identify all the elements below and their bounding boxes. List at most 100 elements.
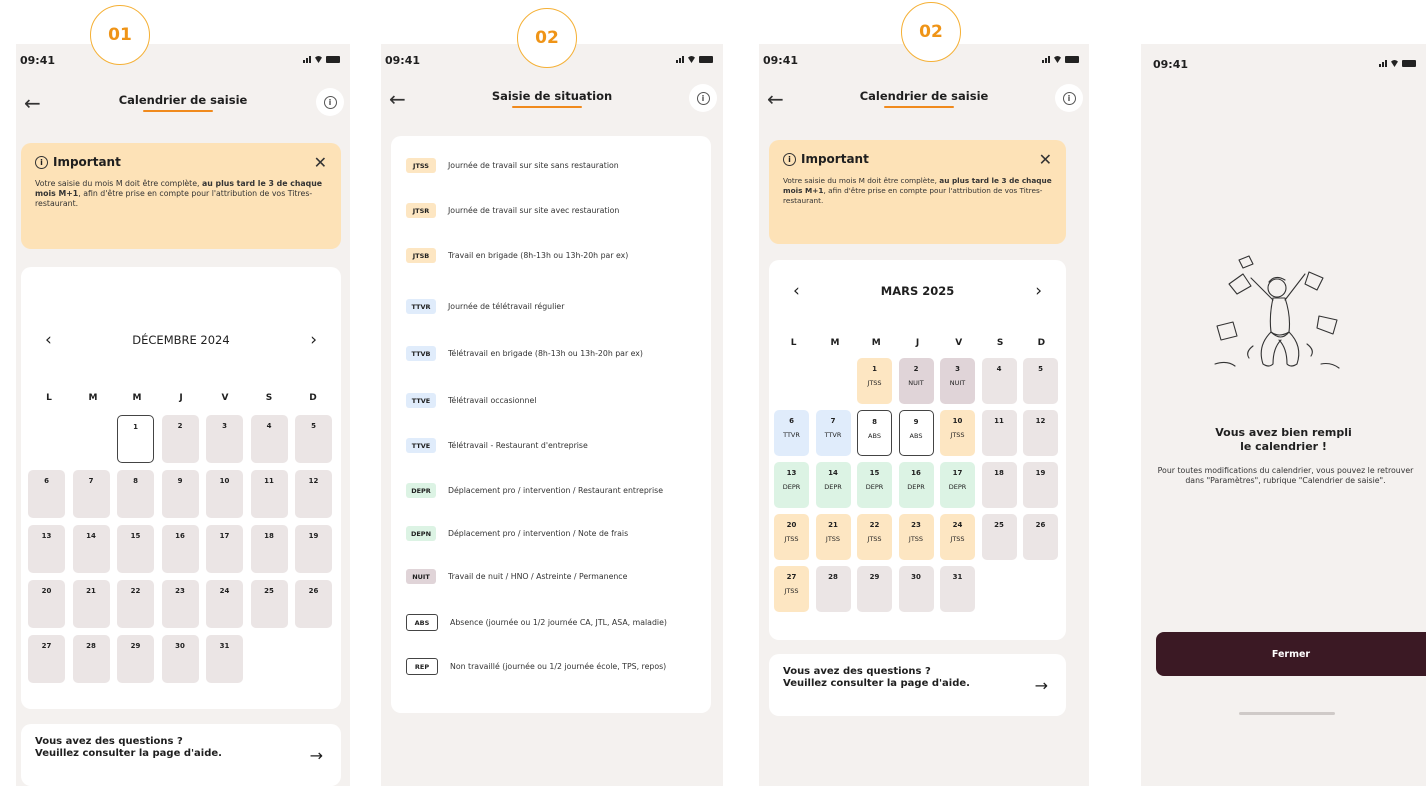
- calendar-day[interactable]: 9: [161, 470, 199, 518]
- calendar-day[interactable]: 15: [117, 525, 154, 573]
- info-icon: i: [1062, 91, 1076, 105]
- calendar-day[interactable]: 1: [117, 415, 154, 463]
- situation-item[interactable]: REP Non travaillé (journée ou 1/2 journée…: [406, 658, 696, 675]
- calendar-day[interactable]: 13: [28, 525, 65, 573]
- calendar-day[interactable]: 2: [161, 415, 199, 463]
- calendar-day[interactable]: 11: [981, 410, 1017, 456]
- day-number: 15: [869, 469, 880, 477]
- close-button[interactable]: Fermer: [1156, 632, 1426, 676]
- calendar-day[interactable]: 26: [295, 580, 332, 628]
- close-icon[interactable]: ✕: [1039, 150, 1052, 169]
- calendar-day[interactable]: 7 TTVR: [815, 410, 851, 456]
- calendar-day[interactable]: 17 DEPR: [940, 462, 975, 508]
- day-code: DEPR: [907, 483, 925, 491]
- calendar-day[interactable]: 20: [28, 580, 65, 628]
- calendar-day[interactable]: 5: [295, 415, 332, 463]
- situation-item[interactable]: TTVR Journée de télétravail régulier: [406, 299, 696, 314]
- calendar-day[interactable]: 25: [981, 514, 1017, 560]
- calendar-day[interactable]: 30: [161, 635, 199, 683]
- calendar-day[interactable]: 21 JTSS: [815, 514, 851, 560]
- calendar-day[interactable]: 12: [295, 470, 332, 518]
- calendar-day[interactable]: 15 DEPR: [857, 462, 892, 508]
- situation-item[interactable]: JTSR Journée de travail sur site avec res…: [406, 203, 696, 218]
- calendar-day[interactable]: 29: [857, 566, 892, 612]
- calendar-day[interactable]: 31: [206, 635, 243, 683]
- calendar-day[interactable]: 28: [815, 566, 851, 612]
- calendar-day[interactable]: 22 JTSS: [857, 514, 892, 560]
- calendar-day[interactable]: 14: [72, 525, 110, 573]
- calendar-day[interactable]: 11: [250, 470, 288, 518]
- calendar-day[interactable]: 7: [72, 470, 110, 518]
- calendar-grid: 1 2 3 4 5 6 7 8 9 10 11 12 13 14 15 16 17 18 19 20 21 22 23 24 2…: [28, 415, 332, 683]
- situation-item[interactable]: JTSS Journée de travail sur site sans res…: [406, 158, 696, 173]
- calendar-day[interactable]: 6: [28, 470, 65, 518]
- calendar-day[interactable]: 12: [1023, 410, 1058, 456]
- chevron-right-icon[interactable]: ›: [310, 331, 317, 349]
- calendar-day[interactable]: 25: [250, 580, 288, 628]
- day-number: 18: [994, 469, 1004, 477]
- help-card[interactable]: Vous avez des questions ? Veuillez consu…: [769, 654, 1066, 716]
- calendar-day[interactable]: 20 JTSS: [774, 514, 809, 560]
- calendar-day[interactable]: 18: [981, 462, 1017, 508]
- day-number: 5: [1038, 365, 1043, 373]
- calendar-day[interactable]: 10 JTSS: [940, 410, 975, 456]
- info-button[interactable]: i: [316, 88, 344, 116]
- calendar-day[interactable]: 21: [72, 580, 110, 628]
- calendar-card: ‹ MARS 2025 › L M M J V S D 1 JTSS 2 NUIT 3 NUIT 4 5 6…: [769, 260, 1066, 640]
- help-card[interactable]: Vous avez des questions ? Veuillez consu…: [21, 724, 341, 786]
- calendar-day[interactable]: 9 ABS: [898, 410, 934, 456]
- calendar-day[interactable]: 2 NUIT: [898, 358, 934, 404]
- calendar-day[interactable]: 27 JTSS: [774, 566, 809, 612]
- arrow-right-icon[interactable]: →: [1035, 676, 1048, 695]
- weekday-row: LMMJVSD: [27, 393, 335, 403]
- calendar-day[interactable]: 24: [206, 580, 243, 628]
- situation-item[interactable]: TTVE Télétravail - Restaurant d'entrepris…: [406, 438, 696, 453]
- calendar-day[interactable]: 5: [1023, 358, 1058, 404]
- calendar-day[interactable]: 1 JTSS: [857, 358, 892, 404]
- chevron-right-icon[interactable]: ›: [1035, 282, 1042, 300]
- day-number: 3: [222, 422, 227, 430]
- day-number: 11: [264, 477, 274, 485]
- calendar-day[interactable]: 8: [117, 470, 154, 518]
- day-code: DEPR: [948, 483, 967, 491]
- situation-item[interactable]: TTVB Télétravail en brigade (8h-13h ou 13…: [406, 346, 696, 361]
- info-button[interactable]: i: [1055, 84, 1083, 112]
- situation-item[interactable]: DEPR Déplacement pro / intervention / Res…: [406, 483, 696, 498]
- calendar-day[interactable]: 8 ABS: [857, 410, 892, 456]
- situation-item[interactable]: NUIT Travail de nuit / HNO / Astreinte / …: [406, 569, 696, 584]
- situation-item[interactable]: DEPN Déplacement pro / intervention / Not…: [406, 526, 696, 541]
- calendar-day[interactable]: 17: [206, 525, 243, 573]
- calendar-day[interactable]: 18: [250, 525, 288, 573]
- info-button[interactable]: i: [689, 84, 717, 112]
- calendar-day[interactable]: 23 JTSS: [898, 514, 934, 560]
- arrow-right-icon[interactable]: →: [310, 746, 323, 765]
- calendar-day[interactable]: 14 DEPR: [815, 462, 851, 508]
- calendar-day[interactable]: 28: [72, 635, 110, 683]
- calendar-day[interactable]: 4: [250, 415, 288, 463]
- calendar-day[interactable]: 26: [1023, 514, 1058, 560]
- situation-item[interactable]: TTVE Télétravail occasionnel: [406, 393, 696, 408]
- close-icon[interactable]: ✕: [314, 153, 327, 172]
- calendar-day[interactable]: 19: [295, 525, 332, 573]
- situation-label: Travail en brigade (8h-13h ou 13h-20h pa…: [448, 250, 629, 260]
- calendar-day[interactable]: 10: [206, 470, 243, 518]
- calendar-day[interactable]: 13 DEPR: [774, 462, 809, 508]
- calendar-day[interactable]: 23: [161, 580, 199, 628]
- calendar-day[interactable]: 19: [1023, 462, 1058, 508]
- calendar-day[interactable]: 30: [898, 566, 934, 612]
- calendar-day[interactable]: 24 JTSS: [940, 514, 975, 560]
- calendar-day[interactable]: 16: [161, 525, 199, 573]
- calendar-day[interactable]: 3: [206, 415, 243, 463]
- situation-item[interactable]: JTSB Travail en brigade (8h-13h ou 13h-20…: [406, 248, 696, 263]
- calendar-day[interactable]: 29: [117, 635, 154, 683]
- calendar-day[interactable]: 16 DEPR: [898, 462, 934, 508]
- calendar-day[interactable]: 22: [117, 580, 154, 628]
- calendar-day[interactable]: 31: [940, 566, 975, 612]
- calendar-day[interactable]: 3 NUIT: [940, 358, 975, 404]
- calendar-day[interactable]: 4: [981, 358, 1017, 404]
- day-number: 20: [786, 521, 797, 529]
- calendar-day[interactable]: 27: [28, 635, 65, 683]
- situation-item[interactable]: ABS Absence (journée ou 1/2 journée CA, J…: [406, 614, 696, 631]
- day-number: 2: [177, 422, 183, 430]
- calendar-day[interactable]: 6 TTVR: [774, 410, 809, 456]
